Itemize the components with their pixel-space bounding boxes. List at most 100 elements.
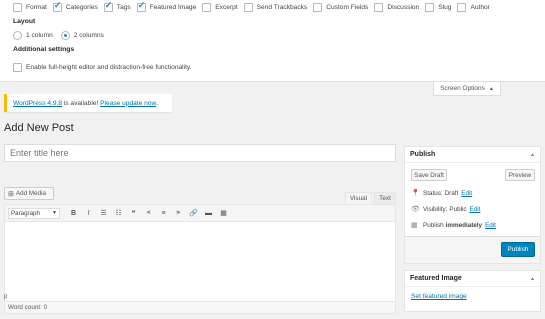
italic-icon[interactable]: I <box>81 207 96 219</box>
screen-option-excerpt[interactable]: Excerpt <box>202 3 238 12</box>
page-title: Add New Post <box>4 122 74 134</box>
schedule-label: Publish <box>423 221 444 229</box>
screen-option-featured-image[interactable]: Featured Image <box>136 0 197 12</box>
publish-button[interactable]: Publish <box>501 242 535 257</box>
collapse-icon[interactable]: ▲ <box>530 152 535 158</box>
checkbox[interactable] <box>13 3 22 12</box>
tab-visual[interactable]: Visual <box>345 192 372 204</box>
screen-options-tab[interactable]: Screen Options ▲ <box>433 82 501 96</box>
checkbox[interactable] <box>202 3 212 12</box>
tab-text[interactable]: Text <box>374 192 396 204</box>
screen-options-panel: Format Categories Tags Featured Image Excerp… <box>0 0 545 82</box>
layout-two-columns-radio[interactable] <box>60 31 70 40</box>
align-left-icon[interactable]: ⫷ <box>141 207 156 219</box>
update-notice: WordPress 4.9.8 is available! Please upd… <box>4 94 172 112</box>
media-icon: ⊞ <box>8 190 14 198</box>
editor-toolbar: Paragraph ▼ B I ☰ ☷ ❝ ⫷ ≡ ⫸ 🔗 ▬ ▦ <box>5 205 395 222</box>
notice-text: is available! <box>62 99 101 107</box>
layout-two-columns-label: 2 columns <box>73 32 104 39</box>
preview-button[interactable]: Preview <box>505 169 535 181</box>
word-count: Word count: 0 <box>4 301 396 314</box>
schedule-row: ▦ Publish immediately Edit <box>411 221 496 230</box>
checkbox[interactable] <box>425 3 435 12</box>
fullheight-option: Enable full-height editor and distractio… <box>13 63 192 72</box>
fullheight-checkbox[interactable] <box>13 63 22 72</box>
set-featured-image-link[interactable]: Set featured image <box>411 293 467 300</box>
blockquote-icon[interactable]: ❝ <box>126 207 141 219</box>
post-title-input[interactable] <box>4 144 396 162</box>
additional-settings-heading: Additional settings <box>13 46 75 53</box>
checkbox[interactable] <box>457 3 467 12</box>
version-link[interactable]: WordPress 4.9.8 <box>13 100 62 107</box>
checkbox-label: Slug <box>438 4 452 11</box>
checkbox[interactable] <box>243 3 253 12</box>
chevron-up-icon: ▲ <box>488 85 494 92</box>
screen-option-discussion[interactable]: Discussion <box>374 3 419 12</box>
toolbar-toggle-icon[interactable]: ▦ <box>216 207 231 219</box>
layout-heading: Layout <box>13 18 36 25</box>
featured-image-header[interactable]: Featured Image ▲ <box>405 271 540 287</box>
format-select[interactable]: Paragraph ▼ <box>8 207 60 219</box>
publish-box-title: Publish <box>410 151 436 158</box>
checkbox-label: Custom Fields <box>326 4 369 11</box>
visibility-row: 👁 Visibility: Public Edit <box>411 205 481 214</box>
checkbox-label: Tags <box>116 4 131 11</box>
status-edit-link[interactable]: Edit <box>461 190 472 197</box>
checkbox-label: Excerpt <box>215 4 238 11</box>
checkbox[interactable] <box>52 0 62 12</box>
save-draft-button[interactable]: Save Draft <box>411 169 447 181</box>
checkbox-label: Send Trackbacks <box>256 4 308 11</box>
eye-icon: 👁 <box>411 206 420 213</box>
visibility-value: Public <box>449 205 467 213</box>
visibility-label: Visibility: <box>423 205 448 213</box>
editor-path: p <box>4 294 8 300</box>
status-value: Draft <box>444 189 459 197</box>
publish-box: Publish ▲ Save Draft Preview 📍 Status: D… <box>404 146 541 264</box>
checkbox-label: Discussion <box>387 4 420 11</box>
checkbox-label: Categories <box>65 4 98 11</box>
numbered-list-icon[interactable]: ☷ <box>111 207 126 219</box>
screen-option-slug[interactable]: Slug <box>425 3 451 12</box>
screen-option-custom-fields[interactable]: Custom Fields <box>313 3 368 12</box>
read-more-icon[interactable]: ▬ <box>201 207 216 219</box>
layout-one-column-radio[interactable] <box>13 31 22 40</box>
format-select-value: Paragraph <box>11 209 40 217</box>
add-media-label: Add Media <box>15 190 46 197</box>
visibility-edit-link[interactable]: Edit <box>470 206 481 213</box>
publish-box-header[interactable]: Publish ▲ <box>405 147 540 163</box>
screen-option-format[interactable]: Format <box>13 3 47 12</box>
chevron-down-icon: ▼ <box>52 210 57 216</box>
align-right-icon[interactable]: ⫸ <box>171 207 186 219</box>
checkbox[interactable] <box>374 3 384 12</box>
screen-option-categories[interactable]: Categories <box>52 0 98 12</box>
screen-options-tab-label: Screen Options <box>440 85 485 92</box>
checkbox-label: Author <box>470 4 490 11</box>
checkbox[interactable] <box>103 0 113 12</box>
checkbox-label: Format <box>26 4 47 11</box>
schedule-edit-link[interactable]: Edit <box>485 222 496 229</box>
post-editor: Paragraph ▼ B I ☰ ☷ ❝ ⫷ ≡ ⫸ 🔗 ▬ ▦ <box>4 204 396 314</box>
collapse-icon[interactable]: ▲ <box>530 276 535 282</box>
publish-actions: Publish <box>405 236 540 263</box>
link-icon[interactable]: 🔗 <box>186 207 201 219</box>
checkbox[interactable] <box>136 0 146 12</box>
screen-option-tags[interactable]: Tags <box>103 0 131 12</box>
schedule-value: immediately <box>445 221 483 229</box>
checkbox-label: Featured Image <box>149 4 197 11</box>
align-center-icon[interactable]: ≡ <box>156 207 171 219</box>
bullet-list-icon[interactable]: ☰ <box>96 207 111 219</box>
screen-option-author[interactable]: Author <box>457 3 490 12</box>
featured-image-title: Featured Image <box>410 275 462 282</box>
bold-icon[interactable]: B <box>66 207 81 219</box>
fullheight-label: Enable full-height editor and distractio… <box>26 64 192 71</box>
update-now-link[interactable]: Please update now <box>100 100 156 107</box>
layout-options: 1 column 2 columns <box>13 31 104 40</box>
checkbox[interactable] <box>313 3 323 12</box>
add-media-button[interactable]: ⊞ Add Media <box>4 187 54 200</box>
screen-options-boxes: Format Categories Tags Featured Image Excerp… <box>13 0 496 12</box>
notice-period: . <box>156 99 159 107</box>
screen-option-send-trackbacks[interactable]: Send Trackbacks <box>243 3 308 12</box>
pin-icon: 📍 <box>411 190 420 197</box>
calendar-icon: ▦ <box>411 222 418 229</box>
status-row: 📍 Status: Draft Edit <box>411 189 472 198</box>
